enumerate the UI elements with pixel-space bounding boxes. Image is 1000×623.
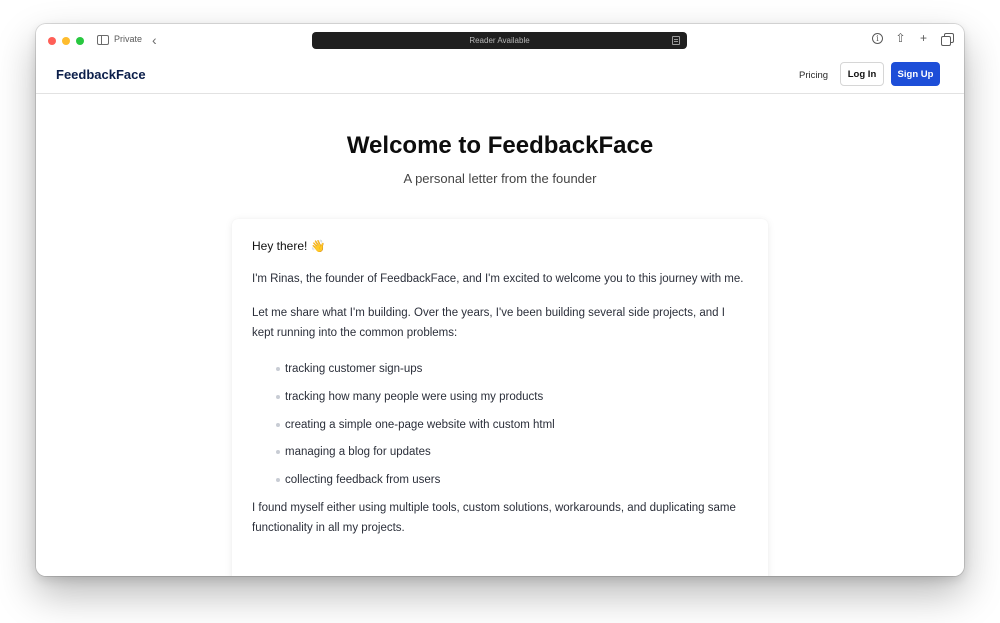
address-bar[interactable]: Reader Available xyxy=(312,32,687,49)
site-logo[interactable]: FeedbackFace xyxy=(56,67,146,82)
list-item: creating a simple one-page website with … xyxy=(276,415,748,435)
reader-icon[interactable] xyxy=(672,36,680,45)
list-item: tracking customer sign-ups xyxy=(276,359,748,379)
window-controls xyxy=(48,37,84,45)
list-item: managing a blog for updates xyxy=(276,442,748,462)
signup-button[interactable]: Sign Up xyxy=(891,62,940,86)
share-icon[interactable]: ⇧ xyxy=(895,32,906,44)
founder-letter-card: Hey there! 👋 I'm Rinas, the founder of F… xyxy=(232,219,768,576)
browser-window: Private ‹ Reader Available i ⇧ + Feedbac… xyxy=(36,24,964,576)
login-button[interactable]: Log In xyxy=(840,62,884,86)
address-text: Reader Available xyxy=(469,36,530,45)
back-chevron-icon[interactable]: ‹ xyxy=(152,31,157,49)
problems-list: tracking customer sign-ups tracking how … xyxy=(252,359,748,490)
site-navbar: FeedbackFace Pricing Log In Sign Up xyxy=(36,58,964,94)
letter-paragraph: Let me share what I'm building. Over the… xyxy=(252,307,725,339)
toolbar-right-actions: i ⇧ + xyxy=(872,32,954,46)
letter-paragraph: I found myself either using multiple too… xyxy=(252,501,736,534)
private-label: Private xyxy=(114,34,143,44)
pricing-link[interactable]: Pricing xyxy=(799,70,828,81)
page-title: Welcome to FeedbackFace xyxy=(346,132,654,159)
minimize-window-button[interactable] xyxy=(62,37,70,45)
page-subtitle: A personal letter from the founder xyxy=(403,171,597,186)
main-content: Welcome to FeedbackFace A personal lette… xyxy=(36,94,964,576)
letter-greeting: Hey there! 👋 xyxy=(252,239,326,253)
new-tab-icon[interactable]: + xyxy=(918,32,929,44)
close-window-button[interactable] xyxy=(48,37,56,45)
info-icon[interactable]: i xyxy=(872,33,883,44)
list-item: tracking how many people were using my p… xyxy=(276,387,748,407)
list-item: collecting feedback from users xyxy=(276,470,748,490)
browser-toolbar: Private ‹ Reader Available i ⇧ + xyxy=(36,24,964,58)
sidebar-toggle-icon[interactable] xyxy=(97,35,109,45)
letter-paragraph: I'm Rinas, the founder of FeedbackFace, … xyxy=(252,273,744,285)
tab-overview-icon[interactable] xyxy=(941,33,954,46)
zoom-window-button[interactable] xyxy=(76,37,84,45)
